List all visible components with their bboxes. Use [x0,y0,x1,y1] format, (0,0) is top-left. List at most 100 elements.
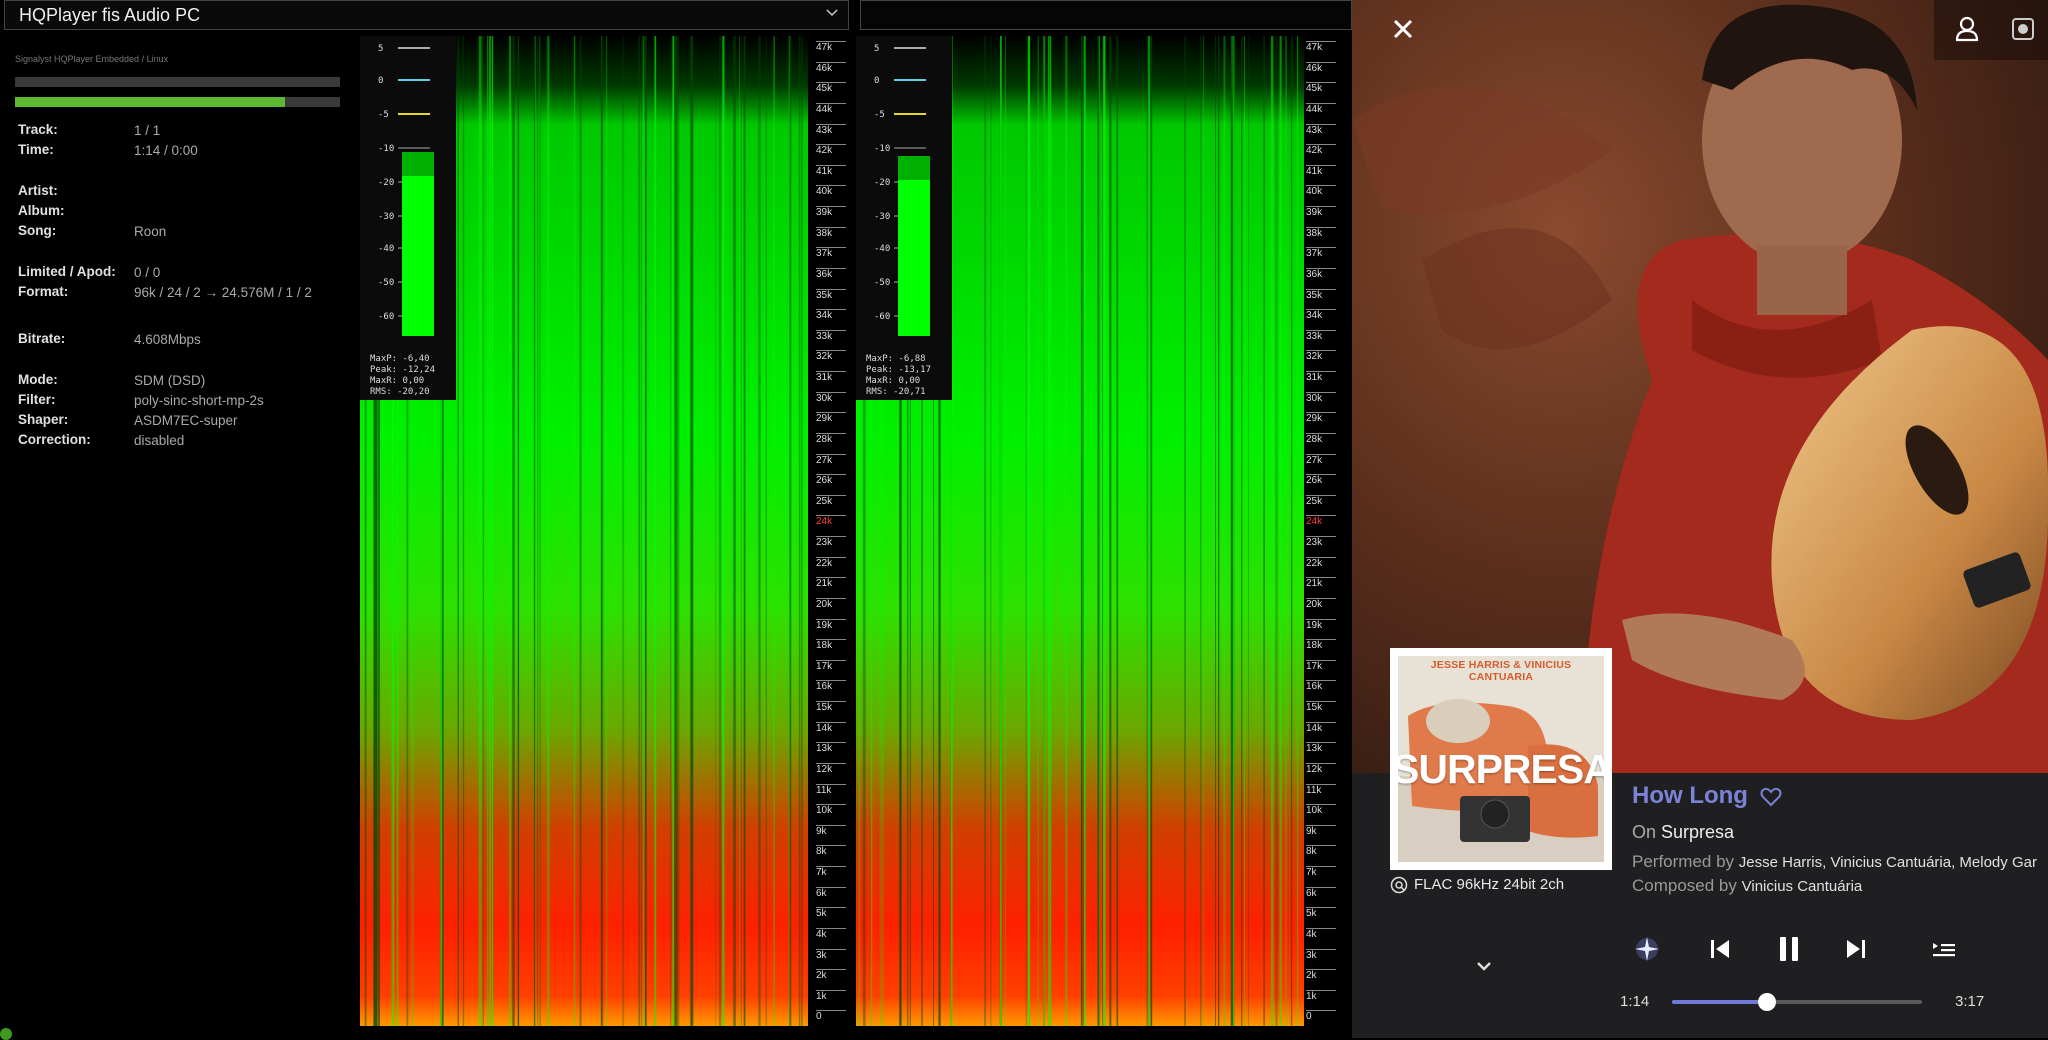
album-cover[interactable]: JESSE HARRIS & VINICIUS CANTUARIA SURPRE… [1390,648,1612,870]
spectrogram-streak [743,36,746,1026]
spectrogram-streak [722,36,725,1026]
frequency-label: 24k [816,515,846,527]
buffer-bar [15,77,340,87]
vu-scale-label: -50 [874,278,890,288]
frequency-label: 18k [816,639,846,651]
spectrogram-streak [1215,36,1216,1026]
spectrogram-streak [622,36,625,1026]
frequency-label: 8k [1306,845,1336,857]
frequency-label: 31k [816,371,846,383]
info-label: Bitrate: [18,331,66,346]
spectrogram-streak [1000,36,1002,1026]
vu-meter-left: 5 0 -5 -10 -20 -30 -40 -50 -60 MaxP: -6,40 Peak:… [360,36,456,400]
spectrogram-streak [579,36,582,1026]
spectrogram-streak [1271,36,1274,1026]
frequency-label: 45k [816,82,846,94]
spectrogram-streak [478,36,481,1026]
performed-line: Performed by Jesse Harris, Vinicius Cant… [1632,852,2037,872]
frequency-label: 38k [1306,226,1336,239]
vu-scale-label: -10 [874,144,890,154]
info-value: disabled [134,433,185,448]
spectrogram-streak [488,36,492,1026]
composers-links[interactable]: Vinicius Cantuária [1742,878,1863,895]
vu-level-bar [898,156,930,336]
vu-scale-label: 5 [874,44,879,54]
spectrogram-streak [1241,36,1243,1026]
spectrogram-streak [1037,36,1039,1026]
spectrogram-streak [801,36,803,1026]
collapse-chevron-icon[interactable] [1474,956,1494,976]
album-link[interactable]: Surpresa [1661,822,1734,842]
spectrogram-streak [537,36,539,1026]
frequency-label: 27k [816,453,846,466]
spectrogram-streak [1276,36,1278,1026]
spectrogram-streak [739,36,741,1026]
seek-bar[interactable] [1672,993,1922,1011]
spectrogram-streak [1050,36,1052,1026]
radio-sparkle-icon[interactable] [1632,934,1662,964]
frequency-label: 26k [816,474,846,486]
frequency-label: 24k [1306,515,1336,527]
frequency-label: 17k [816,659,846,672]
frequency-label: 23k [1306,536,1336,548]
spectrogram-streak [1223,36,1226,1026]
vu-right-rms: RMS: -20,71 [866,387,926,397]
device-selector[interactable]: HQPlayer fis Audio PC [4,0,849,30]
spectrogram-streak [990,36,992,1026]
frequency-label: 33k [1306,329,1336,342]
info-label: Shaper: [18,412,69,427]
seek-handle[interactable] [1758,993,1776,1011]
heart-icon[interactable] [1760,786,1782,808]
vu-peak-bar [898,156,930,180]
vu-right-maxp: MaxP: -6,88 [866,354,926,364]
frequency-label: 38k [816,226,846,239]
previous-track-icon[interactable] [1708,937,1732,961]
frequency-label: 21k [816,577,846,589]
spectrogram-streak [1116,36,1119,1026]
seek-bar-fill [1672,1000,1767,1004]
song-title[interactable]: How Long [1632,782,1748,810]
frequency-label: 39k [816,206,846,218]
frequency-label: 42k [816,144,846,156]
spectrogram-streak [732,36,735,1026]
spectrogram-streak [758,36,761,1026]
vu-left-peak: Peak: -12,24 [370,365,436,375]
vu-scale-label: -5 [378,110,389,120]
profile-icon[interactable] [1952,14,1982,44]
spectrogram-streak [462,36,465,1026]
spectrogram-streak [1027,36,1031,1026]
queue-icon[interactable] [1932,940,1956,960]
frequency-label: 37k [1306,247,1336,259]
spectrogram-streak [508,36,512,1026]
info-label: Song: [18,223,57,238]
frequency-label: 45k [1306,82,1336,94]
info-label: Limited / Apod: [18,264,116,279]
spectrogram-streak [691,36,694,1026]
spectrogram-streak [638,36,640,1026]
pause-icon[interactable] [1775,935,1803,963]
next-track-icon[interactable] [1844,937,1868,961]
spectrogram-streak [1218,36,1220,1026]
frequency-label: 26k [1306,474,1336,486]
frequency-label: 36k [1306,267,1336,280]
info-value: Roon [134,224,167,239]
frequency-label: 0 [1306,1010,1336,1022]
performers-links[interactable]: Jesse Harris, Vinicius Cantuária, Melody… [1739,854,2037,871]
frequency-label: 32k [816,350,846,362]
frequency-label: 14k [816,721,846,734]
spectrogram-streak [539,36,541,1026]
spectrogram-streak [517,36,520,1026]
frequency-label: 40k [816,185,846,197]
spectrogram-streak [1005,36,1006,1026]
album-line: On Surpresa [1632,822,1734,843]
vu-scale-label: -50 [378,278,394,288]
close-icon[interactable] [1386,12,1420,46]
spectrogram-streak [1203,36,1205,1026]
spectrogram-streak [765,36,767,1026]
spectrogram-right: 5 0 -5 -10 -20 -30 -40 -50 -60 MaxP: -6,88 Peak:… [856,36,1340,1026]
frequency-label: 4k [1306,927,1336,940]
frequency-label: 22k [1306,556,1336,569]
zone-icon[interactable] [2008,14,2038,44]
frequency-label: 44k [1306,102,1336,115]
signal-path-icon [1390,876,1408,894]
